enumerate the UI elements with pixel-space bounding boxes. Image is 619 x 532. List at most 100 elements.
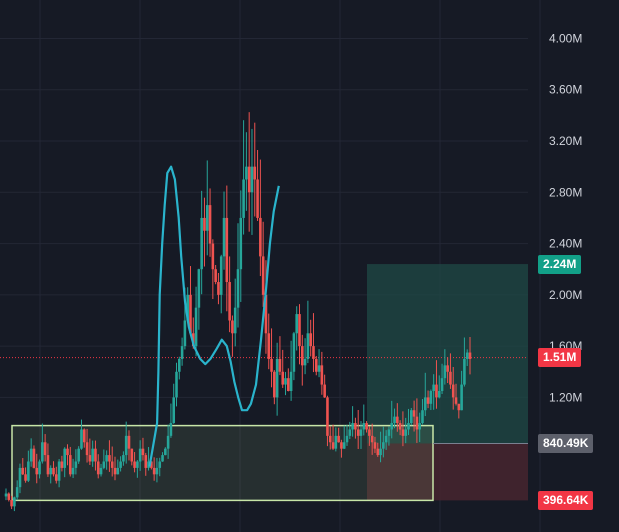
price-tick-label: 4.00M	[549, 31, 582, 45]
candle-body	[387, 429, 391, 436]
candle-body	[261, 256, 265, 295]
candle-body	[96, 461, 100, 475]
candle-body	[407, 423, 410, 430]
candle-body	[345, 435, 349, 443]
candle-body	[138, 448, 142, 462]
candle-body	[35, 467, 39, 475]
candle-body	[323, 384, 326, 398]
candle-body	[314, 358, 318, 372]
candle-body	[208, 205, 212, 244]
candle-body	[396, 416, 399, 424]
candle-body	[228, 282, 231, 321]
candle-body	[161, 455, 164, 462]
candle-body	[180, 346, 184, 359]
candle-body	[57, 461, 61, 481]
candle-body	[295, 314, 298, 334]
candle-body	[127, 435, 131, 449]
candle-body	[219, 256, 223, 295]
current-price-tag: 1.51M	[538, 348, 582, 368]
candle-body	[334, 435, 338, 449]
candle-body	[449, 371, 452, 385]
candle-body	[172, 397, 176, 424]
candle-body	[77, 448, 80, 462]
candle-body	[426, 397, 430, 404]
candle-body	[155, 467, 159, 475]
candle-body	[446, 365, 449, 372]
candle-body	[337, 435, 340, 443]
candle-body	[342, 442, 346, 449]
candle-body	[144, 455, 148, 468]
candle-body	[362, 423, 366, 430]
candle-body	[205, 205, 209, 231]
candle-body	[373, 442, 377, 449]
candle-body	[253, 166, 257, 180]
candle-body	[306, 333, 310, 359]
candle-body	[393, 416, 396, 424]
candle-body	[124, 435, 128, 456]
candle-body	[102, 461, 106, 468]
candle-body	[99, 467, 103, 475]
candle-body	[247, 166, 251, 193]
candle-body	[236, 269, 240, 308]
candle-body	[222, 217, 226, 257]
candle-body	[454, 397, 458, 404]
candle-body	[317, 365, 321, 372]
candle-body	[435, 384, 438, 398]
candle-body	[41, 442, 44, 462]
candle-body	[225, 217, 229, 283]
candle-body	[331, 442, 335, 449]
candle-body	[94, 448, 97, 462]
candle-body	[200, 217, 203, 270]
candle-body	[423, 397, 427, 411]
candle-body	[239, 217, 243, 270]
candle-body	[175, 371, 178, 398]
candle-body	[133, 461, 136, 468]
candle-body	[457, 403, 461, 411]
price-tick-label: 3.60M	[549, 83, 582, 97]
candle-body	[214, 269, 217, 283]
candle-body	[10, 499, 13, 507]
candle-body	[267, 333, 271, 359]
price-tick-label: 1.20M	[549, 390, 582, 404]
candle-body	[356, 429, 360, 436]
candle-body	[27, 461, 30, 481]
price-chart[interactable]: 4.00M3.60M3.20M2.80M2.40M2.00M1.60M1.20M	[0, 0, 619, 532]
candle-body	[46, 455, 50, 475]
candle-body	[85, 442, 89, 456]
candle-body	[52, 467, 55, 475]
candle-body	[164, 448, 167, 456]
candle-body	[303, 358, 307, 366]
candle-body	[281, 371, 285, 385]
candle-body	[376, 448, 380, 456]
candle-body	[203, 217, 206, 231]
candle-body	[379, 448, 382, 456]
candle-body	[275, 358, 279, 398]
candle-body	[328, 435, 332, 443]
candle-body	[7, 493, 11, 500]
candle-body	[82, 429, 86, 443]
candle-body	[273, 371, 276, 398]
candle-body	[71, 467, 75, 475]
price-tick-label: 2.80M	[549, 185, 582, 199]
candle-body	[421, 410, 424, 424]
candle-body	[460, 384, 463, 411]
candle-body	[398, 423, 402, 430]
candle-body	[370, 435, 374, 443]
candle-body	[29, 448, 33, 462]
projection-curve	[148, 165, 280, 467]
candle-body	[418, 423, 421, 430]
candle-body	[287, 378, 290, 391]
candle-body	[183, 320, 187, 347]
candle-body	[354, 423, 357, 430]
candle-body	[110, 461, 114, 468]
candle-body	[197, 269, 201, 308]
candle-body	[250, 166, 254, 193]
candle-body	[119, 461, 122, 468]
candle-body	[152, 467, 156, 475]
candle-body	[410, 410, 413, 424]
price-tick-label: 2.00M	[549, 288, 582, 302]
candle-body	[390, 423, 394, 430]
candle-body	[415, 416, 419, 430]
candle-body	[429, 390, 433, 404]
candle-body	[217, 282, 220, 295]
